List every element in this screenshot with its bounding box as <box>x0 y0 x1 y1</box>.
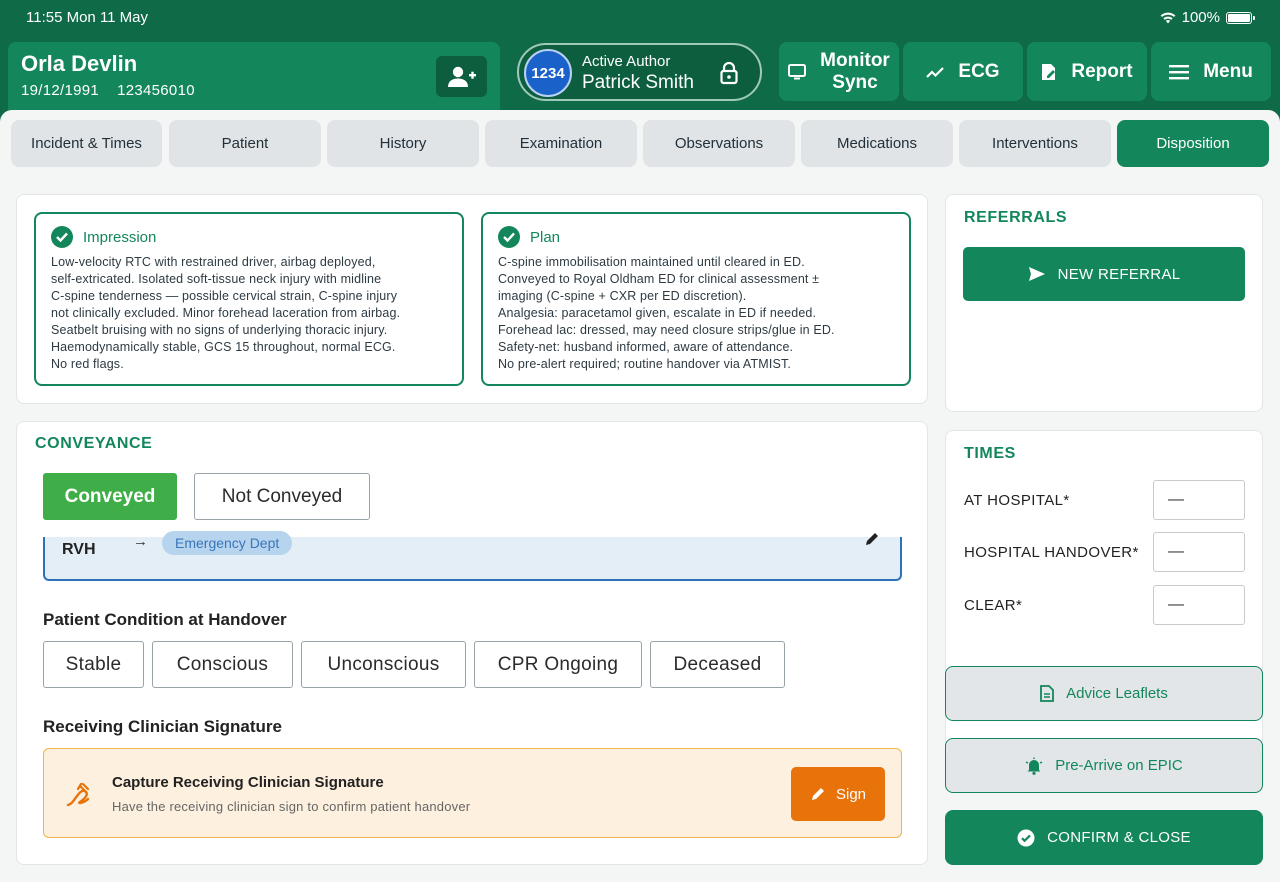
tab-incident-times[interactable]: Incident & Times <box>11 120 162 167</box>
impression-box: Impression Low-velocity RTC with restrai… <box>34 212 464 386</box>
pre-arrive-epic-label: Pre-Arrive on EPIC <box>1055 757 1183 774</box>
destination-field[interactable]: RVH → Emergency Dept <box>43 531 902 581</box>
condition-deceased[interactable]: Deceased <box>650 641 785 688</box>
advice-leaflets-button[interactable]: Advice Leaflets <box>945 666 1263 721</box>
pencil-icon[interactable] <box>864 531 880 547</box>
user-plus-icon <box>447 66 476 87</box>
ecg-label: ECG <box>958 60 1000 82</box>
add-patient-button[interactable] <box>436 56 487 97</box>
pencil-icon <box>811 788 824 800</box>
monitor-icon <box>788 63 807 79</box>
main-panel: Incident & Times Patient History Examina… <box>0 110 1280 882</box>
author-role: Active Author <box>582 53 671 70</box>
document-icon <box>1040 685 1055 702</box>
signature-capture-box: Capture Receiving Clinician Signature Ha… <box>43 748 902 838</box>
new-referral-label: NEW REFERRAL <box>1057 265 1181 283</box>
status-time: 11:55 Mon 11 May <box>26 9 149 26</box>
patient-id: 123456010 <box>117 82 195 99</box>
status-bar: 11:55 Mon 11 May 100% <box>0 0 1280 34</box>
report-button[interactable]: Report <box>1027 42 1147 101</box>
new-referral-button[interactable]: NEW REFERRAL <box>963 247 1245 301</box>
menu-label: Menu <box>1203 60 1253 82</box>
patient-dob: 19/12/1991 <box>21 82 100 99</box>
tab-disposition[interactable]: Disposition <box>1117 120 1269 167</box>
lock-icon[interactable] <box>720 61 738 85</box>
patient-header: Orla Devlin 19/12/1991 123456010 <box>8 42 500 110</box>
impression-text: Low-velocity RTC with restrained driver,… <box>51 255 401 371</box>
confirm-close-button[interactable]: CONFIRM & CLOSE <box>945 810 1263 865</box>
condition-conscious[interactable]: Conscious <box>152 641 293 688</box>
author-name: Patrick Smith <box>582 72 694 93</box>
tab-observations[interactable]: Observations <box>643 120 795 167</box>
pre-arrive-epic-button[interactable]: Pre-Arrive on EPIC <box>945 738 1263 793</box>
wifi-icon <box>1160 12 1176 23</box>
check-circle-icon <box>498 226 520 248</box>
clear-time-input[interactable]: — <box>1153 585 1245 625</box>
patient-name: Orla Devlin <box>21 51 138 76</box>
condition-unconscious[interactable]: Unconscious <box>301 641 466 688</box>
battery-icon <box>1226 11 1255 24</box>
tab-examination[interactable]: Examination <box>485 120 637 167</box>
sign-button[interactable]: Sign <box>791 767 885 821</box>
condition-stable[interactable]: Stable <box>43 641 144 688</box>
send-icon <box>1028 267 1045 281</box>
clear-label: CLEAR* <box>964 597 1023 614</box>
confirm-close-label: CONFIRM & CLOSE <box>1047 829 1191 846</box>
hospital-handover-label: HOSPITAL HANDOVER* <box>964 544 1139 561</box>
monitor-sync-button[interactable]: Monitor Sync <box>779 42 899 101</box>
alarm-bell-icon <box>1025 757 1043 775</box>
report-icon <box>1042 63 1056 80</box>
report-label: Report <box>1071 60 1133 82</box>
battery-percent: 100% <box>1181 9 1220 26</box>
signature-title: Receiving Clinician Signature <box>43 717 283 736</box>
menu-button[interactable]: Menu <box>1151 42 1271 101</box>
ecg-button[interactable]: ECG <box>903 42 1023 101</box>
advice-leaflets-label: Advice Leaflets <box>1066 685 1168 702</box>
ecg-icon <box>926 66 945 78</box>
tab-history[interactable]: History <box>327 120 479 167</box>
conveyance-title: CONVEYANCE <box>35 435 153 452</box>
arrow-right-icon: → <box>133 533 148 550</box>
destination-hospital: RVH <box>62 541 96 558</box>
check-circle-icon <box>1017 829 1035 846</box>
department-chip: Emergency Dept <box>162 531 293 555</box>
condition-cpr-ongoing[interactable]: CPR Ongoing <box>474 641 642 688</box>
signature-capture-title: Capture Receiving Clinician Signature <box>112 774 384 791</box>
handover-condition-title: Patient Condition at Handover <box>43 610 287 629</box>
hospital-handover-time-input[interactable]: — <box>1153 532 1245 572</box>
conveyed-button[interactable]: Conveyed <box>43 473 177 520</box>
impression-title: Impression <box>83 228 157 246</box>
plan-text: C-spine immobilisation maintained until … <box>498 255 835 371</box>
at-hospital-label: AT HOSPITAL* <box>964 492 1070 509</box>
plan-box: Plan C-spine immobilisation maintained u… <box>481 212 911 386</box>
times-title: TIMES <box>964 445 1016 462</box>
sign-button-label: Sign <box>835 785 867 803</box>
not-conveyed-button[interactable]: Not Conveyed <box>194 473 370 520</box>
signature-icon <box>66 782 90 807</box>
check-circle-icon <box>51 226 73 248</box>
tab-patient[interactable]: Patient <box>169 120 321 167</box>
at-hospital-time-input[interactable]: — <box>1153 480 1245 520</box>
signature-capture-subtitle: Have the receiving clinician sign to con… <box>112 799 471 814</box>
tab-interventions[interactable]: Interventions <box>959 120 1111 167</box>
plan-title: Plan <box>530 228 561 246</box>
hamburger-icon <box>1169 64 1190 79</box>
monitor-sync-label: Monitor Sync <box>820 49 890 93</box>
active-author[interactable]: 1234 Active Author Patrick Smith <box>517 43 762 101</box>
tab-medications[interactable]: Medications <box>801 120 953 167</box>
author-badge: 1234 <box>524 49 572 97</box>
referrals-title: REFERRALS <box>964 209 1068 226</box>
